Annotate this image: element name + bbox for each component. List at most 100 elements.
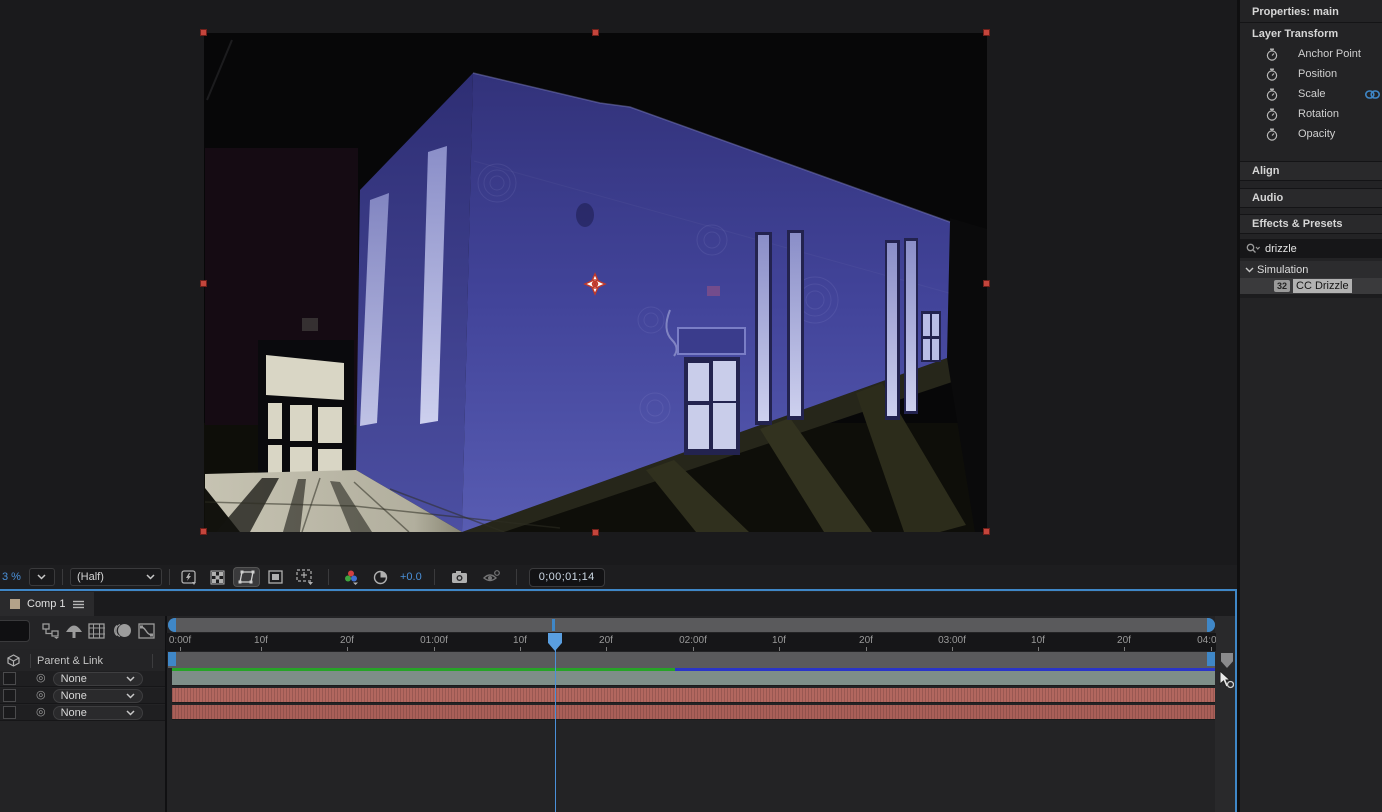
chevron-down-icon[interactable] xyxy=(1245,267,1254,273)
reset-exposure-icon[interactable] xyxy=(369,568,392,586)
transform-label: Scale xyxy=(1298,88,1326,100)
frame-blending-icon[interactable] xyxy=(88,623,105,639)
mini-flowchart-icon[interactable] xyxy=(42,623,59,639)
stopwatch-icon[interactable] xyxy=(1266,108,1278,121)
cc-drizzle-row[interactable]: 32 CC Drizzle xyxy=(1240,278,1382,294)
comp-tab[interactable]: Comp 1 xyxy=(0,592,94,616)
playhead-line[interactable] xyxy=(555,633,556,812)
pickwhip-icon[interactable]: ◎ xyxy=(36,707,46,718)
panel-menu-icon[interactable] xyxy=(73,600,84,609)
navigator-start-handle[interactable] xyxy=(168,618,176,632)
mask-visibility-icon[interactable] xyxy=(234,568,259,586)
cc-drizzle-label: CC Drizzle xyxy=(1293,279,1352,293)
time-navigator[interactable] xyxy=(168,618,1215,632)
magnification-value[interactable]: 3 % xyxy=(2,571,21,583)
work-area-end-handle[interactable] xyxy=(1207,652,1215,666)
mouse-cursor xyxy=(1218,671,1234,689)
effects-search-input[interactable]: drizzle xyxy=(1240,239,1382,258)
time-ruler[interactable]: 0:00f10f20f01:00f10f20f02:00f10f20f03:00… xyxy=(166,633,1216,651)
shy-icon[interactable] xyxy=(65,623,83,638)
stopwatch-icon[interactable] xyxy=(1266,128,1278,141)
selection-handle[interactable] xyxy=(200,528,207,535)
transform-label: Rotation xyxy=(1298,108,1339,120)
effect-32bit-badge: 32 xyxy=(1274,280,1290,292)
ruler-tick-mark xyxy=(952,647,953,651)
parent-link-header[interactable]: Parent & Link xyxy=(37,655,103,667)
ruler-tick-mark xyxy=(693,647,694,651)
align-panel-header[interactable]: Align xyxy=(1240,161,1382,181)
search-icon xyxy=(1246,243,1260,254)
search-value: drizzle xyxy=(1265,243,1297,255)
layer-color-swatch[interactable] xyxy=(3,689,16,702)
ruler-tick-mark xyxy=(1211,647,1212,651)
comp-tab-label: Comp 1 xyxy=(27,598,66,610)
composition-canvas[interactable] xyxy=(204,33,987,532)
selection-handle[interactable] xyxy=(200,29,207,36)
exposure-value[interactable]: +0.0 xyxy=(400,571,422,583)
work-area-bar[interactable] xyxy=(168,652,1215,668)
parent-value: None xyxy=(61,690,87,702)
stopwatch-icon[interactable] xyxy=(1266,48,1278,61)
layer-duration-bar[interactable] xyxy=(172,705,1215,720)
comp-swatch-icon xyxy=(10,599,20,609)
ruler-tick-label: 20f xyxy=(1117,635,1131,646)
layer-transform-header[interactable]: Layer Transform xyxy=(1240,24,1382,44)
transform-label: Opacity xyxy=(1298,128,1335,140)
region-of-interest-icon[interactable] xyxy=(264,568,287,586)
audio-panel-header[interactable]: Audio xyxy=(1240,188,1382,208)
pickwhip-icon[interactable]: ◎ xyxy=(36,690,46,701)
parent-dropdown[interactable]: None xyxy=(53,689,143,703)
ruler-tick-mark xyxy=(261,647,262,651)
selection-handle[interactable] xyxy=(200,280,207,287)
selection-handle[interactable] xyxy=(592,529,599,536)
work-area-start-handle[interactable] xyxy=(168,652,176,666)
cube-icon[interactable] xyxy=(7,654,20,667)
ruler-tick-mark xyxy=(1124,647,1125,651)
ruler-tick-label: 01:00f xyxy=(420,635,448,646)
graph-editor-icon[interactable] xyxy=(138,623,155,639)
parent-dropdown[interactable]: None xyxy=(53,672,143,686)
layer-color-swatch[interactable] xyxy=(3,706,16,719)
properties-panel-header[interactable]: Properties: main xyxy=(1240,2,1382,22)
layer-color-swatch[interactable] xyxy=(3,672,16,685)
transform-label: Position xyxy=(1298,68,1337,80)
composition-viewer xyxy=(0,0,1237,565)
layer-row-controls: ◎ None xyxy=(0,688,165,704)
effects-presets-panel-header[interactable]: Effects & Presets xyxy=(1240,214,1382,234)
magnification-dropdown[interactable] xyxy=(29,568,55,586)
ruler-tick-label: 10f xyxy=(513,635,527,646)
channels-icon[interactable] xyxy=(339,568,363,586)
stopwatch-icon[interactable] xyxy=(1266,88,1278,101)
ruler-tick-mark xyxy=(866,647,867,651)
resolution-select[interactable]: (Half) xyxy=(70,568,162,586)
properties-panel: Properties: main Layer Transform Anchor … xyxy=(1240,0,1382,812)
selection-handle[interactable] xyxy=(983,280,990,287)
selection-handle[interactable] xyxy=(983,29,990,36)
chevron-down-icon xyxy=(37,574,46,580)
stopwatch-icon[interactable] xyxy=(1266,68,1278,81)
link-icon[interactable] xyxy=(1365,90,1380,99)
fast-previews-icon[interactable] xyxy=(177,568,201,586)
layer-duration-bar[interactable] xyxy=(172,671,1215,686)
timeline-gutter xyxy=(1215,616,1235,812)
timeline-column-header: Parent & Link xyxy=(0,650,165,671)
chevron-down-icon xyxy=(146,574,155,580)
pickwhip-icon[interactable]: ◎ xyxy=(36,673,46,684)
show-snapshot-icon[interactable] xyxy=(479,568,504,586)
current-time-display[interactable]: 0;00;01;14 xyxy=(529,568,605,587)
transform-row-position: Position xyxy=(1240,64,1382,84)
selection-handle[interactable] xyxy=(983,528,990,535)
ruler-tick-label: 04:00f xyxy=(1197,635,1216,646)
selection-handle[interactable] xyxy=(592,29,599,36)
grid-guides-icon[interactable] xyxy=(292,568,318,586)
ruler-tick-mark xyxy=(1038,647,1039,651)
layer-duration-bar[interactable] xyxy=(172,688,1215,703)
simulation-group-row[interactable]: Simulation xyxy=(1240,261,1382,278)
motion-blur-icon[interactable] xyxy=(113,623,132,638)
ruler-tick-label: 10f xyxy=(772,635,786,646)
snapshot-icon[interactable] xyxy=(447,568,472,586)
timeline-time-display[interactable] xyxy=(0,620,30,642)
parent-dropdown[interactable]: None xyxy=(53,706,143,720)
ruler-tick-label: 20f xyxy=(599,635,613,646)
transparency-grid-icon[interactable] xyxy=(206,568,229,586)
